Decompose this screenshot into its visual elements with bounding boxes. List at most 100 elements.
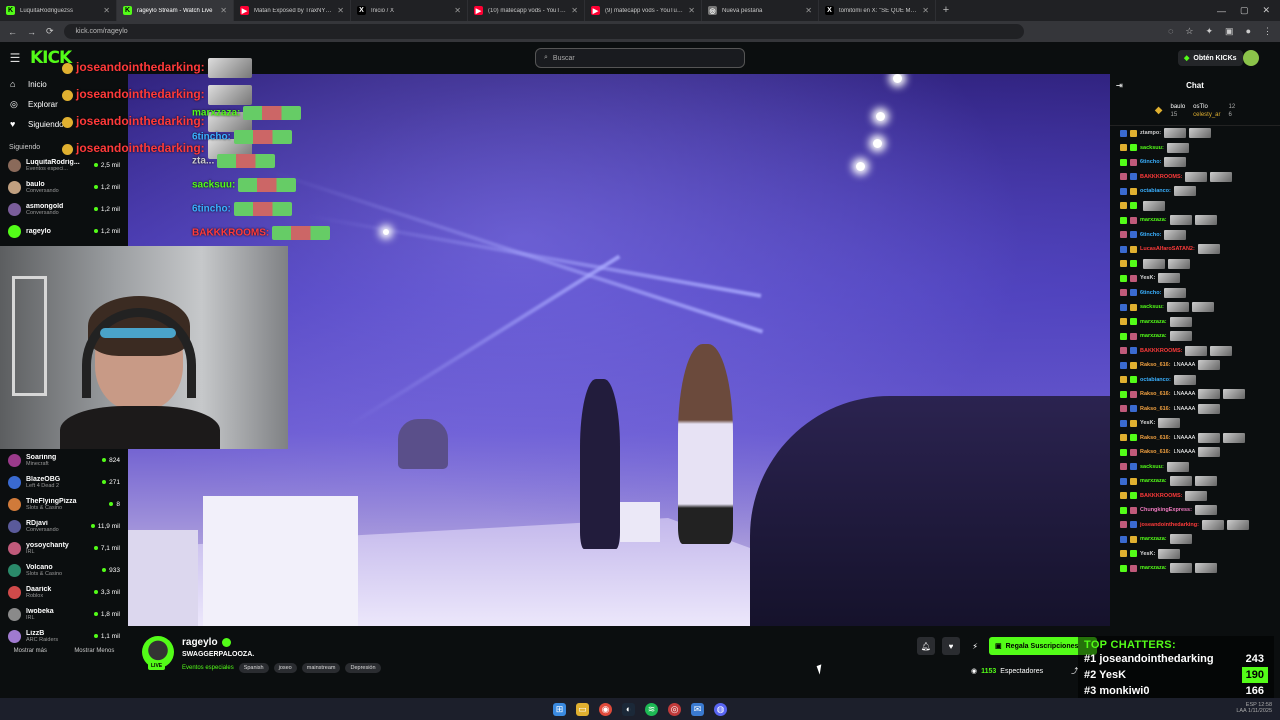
- sidebar-channel[interactable]: Volcano Slots & Casino 933: [0, 559, 128, 581]
- chat-username[interactable]: sacksuu:: [1140, 304, 1164, 310]
- app-icon[interactable]: ◎: [668, 702, 681, 716]
- mail-icon[interactable]: ✉: [691, 702, 704, 716]
- chat-username[interactable]: marxzaza:: [1140, 536, 1167, 542]
- tab-close-icon[interactable]: ✕: [805, 6, 812, 15]
- chat-message[interactable]: YesK:: [1110, 416, 1280, 431]
- stream-tag[interactable]: joseo: [273, 663, 297, 673]
- chat-username[interactable]: BAKKKROOMS:: [1140, 348, 1182, 354]
- browser-tab[interactable]: K LuquitaRodriguezss ✕: [0, 0, 117, 21]
- sidebar-channel[interactable]: yosoychanty IRL 7,1 mil: [0, 537, 128, 559]
- chat-message[interactable]: YesK:: [1110, 271, 1280, 286]
- chat-message[interactable]: BAKKKROOMS:: [1110, 344, 1280, 359]
- browser-tab[interactable]: ▶ Matan Exposed by TraxNYC - YouTube ✕: [234, 0, 351, 21]
- tab-close-icon[interactable]: ✕: [220, 6, 227, 15]
- streamer-name[interactable]: rageylo: [182, 637, 218, 648]
- chat-message[interactable]: marxzaza:: [1110, 532, 1280, 547]
- back-icon[interactable]: ←: [8, 27, 17, 37]
- podium-name[interactable]: baulo: [1170, 104, 1185, 110]
- spotify-icon[interactable]: ≋: [645, 702, 658, 716]
- sidebar-channel[interactable]: LizzB ARC Raiders 1,1 mil: [0, 625, 128, 647]
- close-window-icon[interactable]: ✕: [1262, 5, 1270, 16]
- forward-icon[interactable]: →: [27, 27, 36, 37]
- windows-start-icon[interactable]: ⊞: [553, 702, 566, 716]
- search-input[interactable]: ⌕ Buscar: [535, 48, 745, 68]
- chat-username[interactable]: marxzaza:: [1140, 319, 1167, 325]
- sidebar-channel[interactable]: Daarick Roblox 3,3 mil: [0, 581, 128, 603]
- file-explorer-icon[interactable]: ▭: [576, 702, 589, 716]
- chat-message[interactable]: sacksuu:: [1110, 300, 1280, 315]
- browser-tab[interactable]: ▶ (9) matecapp vods - YouTube ✕: [585, 0, 702, 21]
- chat-message[interactable]: BAKKKROOMS:: [1110, 170, 1280, 185]
- chat-username[interactable]: YesK:: [1140, 275, 1155, 281]
- maximize-icon[interactable]: ▢: [1240, 5, 1249, 16]
- browser-tab[interactable]: ◎ Nueva pestaña ✕: [702, 0, 819, 21]
- chat-message[interactable]: joseandointhedarking:: [1110, 518, 1280, 533]
- chat-message[interactable]: BAKKKROOMS:: [1110, 489, 1280, 504]
- chat-username[interactable]: BAKKKROOMS:: [1140, 493, 1182, 499]
- hamburger-menu-icon[interactable]: ☰: [0, 51, 30, 65]
- gift-kicks-button[interactable]: ⚡︎: [966, 637, 984, 655]
- chat-message[interactable]: [1110, 257, 1280, 272]
- url-input[interactable]: kick.com/rageylo: [63, 24, 1024, 39]
- chat-username[interactable]: 6tincho:: [1140, 290, 1161, 296]
- podium-name[interactable]: celesty_ar: [1193, 112, 1220, 118]
- chat-username[interactable]: marxzaza:: [1140, 217, 1167, 223]
- chat-username[interactable]: ztampo:: [1140, 130, 1161, 136]
- chat-username[interactable]: marxzaza:: [1140, 565, 1167, 571]
- chat-username[interactable]: 6tincho:: [1140, 232, 1161, 238]
- tab-close-icon[interactable]: ✕: [454, 6, 461, 15]
- stream-tag[interactable]: Spanish: [238, 663, 269, 673]
- discord-icon[interactable]: ◍: [714, 702, 727, 716]
- stream-category[interactable]: Eventos especiales: [182, 665, 234, 671]
- chat-message[interactable]: ztampo:: [1110, 126, 1280, 141]
- browser-tab[interactable]: ▶ (10) matecapp vods - YouTube ✕: [468, 0, 585, 21]
- chat-username[interactable]: LucasAlfaroSATAN2:: [1140, 246, 1195, 252]
- chat-message[interactable]: Rakso_616: LNAAAA: [1110, 445, 1280, 460]
- sidebar-channel[interactable]: BlazeOBG Left 4 Dead 2 271: [0, 471, 128, 493]
- chat-message[interactable]: marxzaza:: [1110, 474, 1280, 489]
- chat-username[interactable]: YesK:: [1140, 551, 1155, 557]
- user-avatar[interactable]: [1243, 50, 1259, 66]
- chat-username[interactable]: sacksuu:: [1140, 145, 1164, 151]
- chat-username[interactable]: joseandointhedarking:: [1140, 522, 1199, 528]
- sidebar-channel[interactable]: rageylo 1,2 mil: [0, 220, 128, 242]
- chat-message[interactable]: Rakso_616: LNAAAA: [1110, 431, 1280, 446]
- chat-username[interactable]: Rakso_616:: [1140, 362, 1171, 368]
- chat-message[interactable]: 6tincho:: [1110, 286, 1280, 301]
- browser-tab[interactable]: Krageylo Stream - Watch Live ✕: [117, 0, 234, 21]
- chat-message[interactable]: Rakso_616: LNAAAA: [1110, 402, 1280, 417]
- chat-username[interactable]: Rakso_616:: [1140, 449, 1171, 455]
- sidebar-channel[interactable]: baulo Conversando 1,2 mil: [0, 176, 128, 198]
- chat-message[interactable]: ChungkingExpress:: [1110, 503, 1280, 518]
- sidebar-channel[interactable]: asmongold Conversando 1,2 mil: [0, 198, 128, 220]
- profile-icon[interactable]: ●: [1246, 26, 1251, 37]
- chat-username[interactable]: octabianco:: [1140, 188, 1171, 194]
- follow-button[interactable]: ♥: [942, 637, 960, 655]
- chat-message[interactable]: sacksuu:: [1110, 460, 1280, 475]
- chat-message[interactable]: 6tincho:: [1110, 228, 1280, 243]
- chat-username[interactable]: marxzaza:: [1140, 478, 1167, 484]
- browser-tab[interactable]: Xtomitomi en X: "SE QUE ME FA ✕: [819, 0, 936, 21]
- star-icon[interactable]: ☆: [1185, 26, 1193, 37]
- tab-close-icon[interactable]: ✕: [337, 6, 344, 15]
- chat-message[interactable]: Rakso_616: LNAAAA: [1110, 358, 1280, 373]
- get-kicks-button[interactable]: ◆ Obtén KICKs: [1178, 50, 1243, 66]
- browser-tab[interactable]: X Inicio / X ✕: [351, 0, 468, 21]
- menu-dots-icon[interactable]: ⋮: [1263, 26, 1272, 37]
- collapse-chat-icon[interactable]: ⇥: [1116, 81, 1123, 90]
- show-more-button[interactable]: Mostrar más: [14, 648, 47, 664]
- chrome-icon[interactable]: ◉: [599, 702, 612, 716]
- chat-message[interactable]: YesK:: [1110, 547, 1280, 562]
- notification-button[interactable]: 🔔︎: [917, 637, 935, 655]
- tab-close-icon[interactable]: ✕: [688, 6, 695, 15]
- eye-off-icon[interactable]: ◌: [1168, 26, 1173, 37]
- new-tab-button[interactable]: +: [936, 0, 956, 21]
- tab-close-icon[interactable]: ✕: [571, 6, 578, 15]
- tab-close-icon[interactable]: ✕: [922, 6, 929, 15]
- chat-message[interactable]: Rakso_616: LNAAAA: [1110, 387, 1280, 402]
- puzzle-icon[interactable]: ▣: [1225, 26, 1234, 37]
- chat-username[interactable]: Rakso_616:: [1140, 406, 1171, 412]
- extension-icon[interactable]: ✦: [1206, 26, 1214, 37]
- sidebar-channel[interactable]: Iwobeka IRL 1,8 mil: [0, 603, 128, 625]
- sidebar-channel[interactable]: RDjavi Conversando 11,9 mil: [0, 515, 128, 537]
